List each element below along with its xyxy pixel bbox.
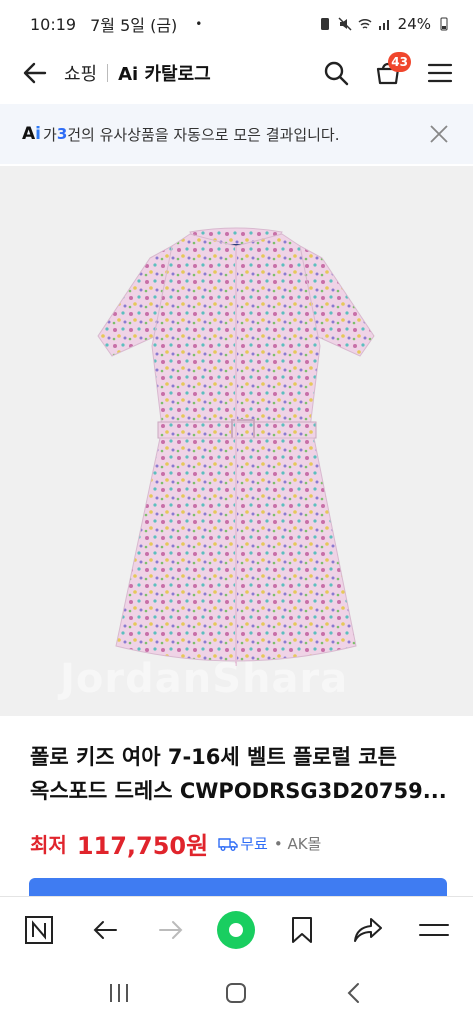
ai-logo: Ai: [22, 124, 41, 144]
dress-illustration: [97, 227, 375, 666]
status-dot: •: [195, 17, 203, 31]
bookmark-icon: [292, 916, 313, 943]
price-row: 최저 117,750원 무료 • AK몰: [30, 826, 321, 861]
banner-text-prefix: 가: [43, 125, 57, 144]
battery-saver-icon: [320, 18, 329, 30]
wifi-icon: [358, 18, 372, 29]
browser-toolbar: [0, 896, 473, 962]
product-title-line1: 폴로 키즈 여아 7-16세 벨트 플로럴 코튼: [30, 745, 397, 769]
breadcrumb-shopping[interactable]: 쇼핑: [64, 60, 97, 86]
browser-forward-button[interactable]: [149, 908, 193, 952]
search-icon: [324, 61, 349, 86]
home-square-icon: [226, 983, 247, 1003]
shipping-text: 무료: [240, 835, 268, 853]
green-dot-icon: [217, 910, 256, 949]
status-time: 10:19: [30, 14, 77, 34]
arrow-left-icon: [93, 920, 117, 939]
share-button[interactable]: [346, 908, 390, 952]
home-button[interactable]: [214, 971, 258, 1015]
price-label: 최저: [30, 833, 67, 857]
status-bar: 10:19 7월 5일 (금) • 24%: [0, 0, 473, 48]
banner-text-suffix: 건의 유사상품을 자동으로 모은 결과입니다.: [67, 125, 340, 144]
image-watermark: JordanShara: [60, 656, 349, 702]
ai-similar-banner: Ai 가 3 건의 유사상품을 자동으로 모은 결과입니다.: [0, 104, 473, 164]
hamburger-menu-icon: [418, 923, 449, 936]
chevron-left-icon: [347, 983, 360, 1003]
free-shipping: 무료: [218, 833, 268, 854]
recent-apps-icon: [109, 984, 128, 1002]
product-image[interactable]: JordanShara: [0, 166, 473, 716]
recent-apps-button[interactable]: [97, 971, 141, 1015]
hamburger-menu-icon: [427, 63, 453, 83]
naver-home-button[interactable]: [17, 908, 61, 952]
close-icon: [430, 125, 448, 143]
page-title: Ai 카탈로그: [118, 64, 211, 85]
green-dot-button[interactable]: [214, 908, 258, 952]
app-header: 쇼핑 Ai 카탈로그 43: [0, 48, 473, 98]
browser-menu-button[interactable]: [412, 908, 456, 952]
back-button[interactable]: [18, 56, 52, 90]
truck-icon: [218, 837, 238, 851]
status-icons: 24%: [318, 15, 451, 33]
banner-count: 3: [56, 125, 68, 143]
cart-count-badge: 43: [388, 52, 411, 72]
signal-icon: [378, 20, 389, 30]
lowest-price: 117,750원: [76, 832, 209, 860]
menu-button[interactable]: [425, 58, 455, 88]
status-date: 7월 5일 (금): [90, 16, 178, 35]
arrow-right-icon: [158, 920, 183, 939]
system-back-button[interactable]: [332, 971, 376, 1015]
breadcrumb-divider: [107, 64, 109, 82]
system-navigation: [0, 962, 473, 1024]
battery-percent: 24%: [397, 15, 431, 33]
mall-name: • AK몰: [273, 835, 322, 853]
arrow-left-icon: [23, 62, 47, 84]
product-title[interactable]: 폴로 키즈 여아 7-16세 벨트 플로럴 코튼 옥스포드 드레스 CWPODR…: [30, 740, 450, 808]
share-arrow-icon: [354, 917, 383, 942]
browser-back-button[interactable]: [83, 908, 127, 952]
header-actions: 43: [321, 52, 455, 88]
search-button[interactable]: [321, 58, 351, 88]
naver-n-icon: [24, 915, 53, 944]
bookmark-button[interactable]: [280, 908, 324, 952]
banner-close-button[interactable]: [427, 122, 451, 146]
product-title-line2: 옥스포드 드레스 CWPODRSG3D20759...: [30, 779, 447, 803]
cart-button[interactable]: 43: [373, 52, 411, 88]
battery-icon: [440, 17, 448, 31]
mute-icon: [338, 17, 352, 31]
